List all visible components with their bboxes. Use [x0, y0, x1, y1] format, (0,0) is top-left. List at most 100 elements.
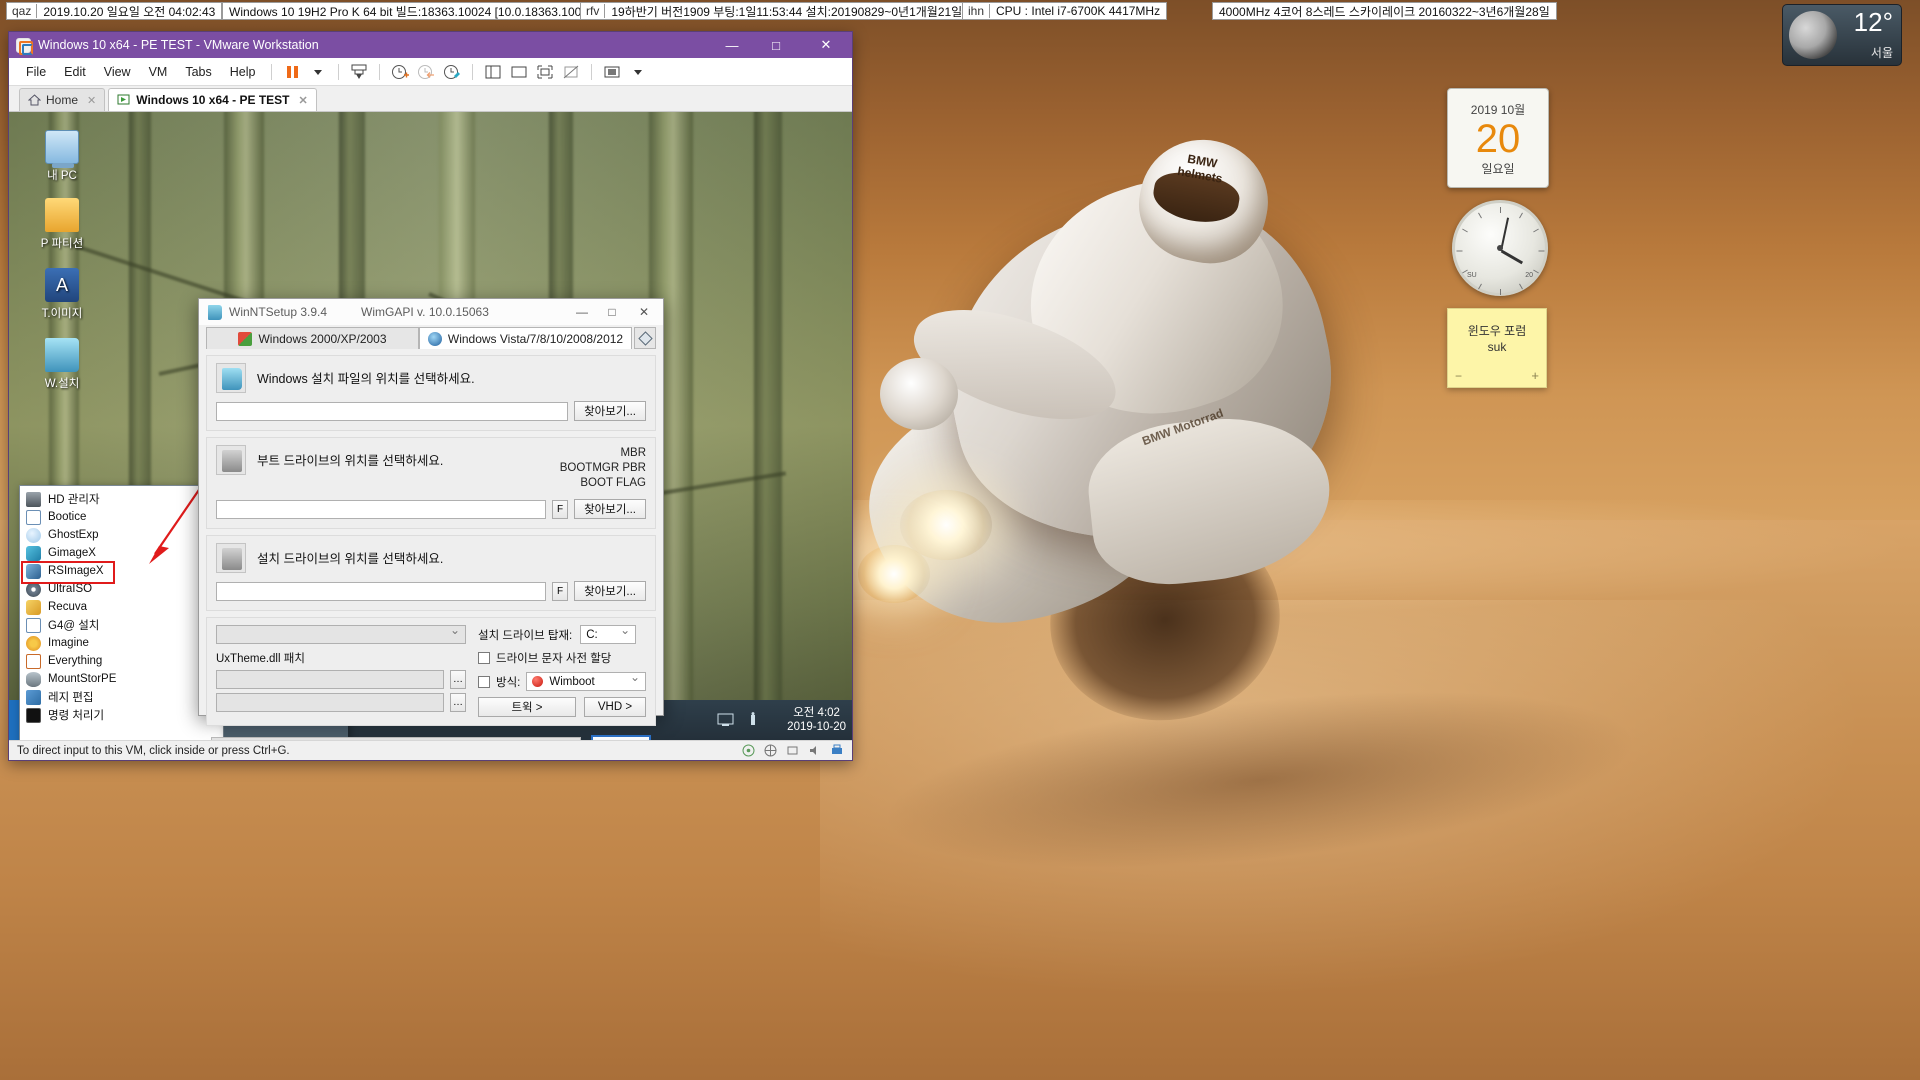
calendar-gadget[interactable]: 2019 10월 20 일요일: [1447, 88, 1549, 188]
install-drive-section: 설치 드라이브의 위치를 선택하세요. F 찾아보기...: [206, 535, 656, 611]
unattend-input[interactable]: [216, 670, 444, 689]
info-chip-value: Windows 10 19H2 Pro K 64 bit 빌드:18363.10…: [229, 4, 599, 19]
desktop-icon-w-setup[interactable]: W.설치: [25, 338, 99, 391]
mode-row[interactable]: 방식: Wimboot: [478, 670, 646, 691]
start-menu-item-g4-setup[interactable]: G4@ 설치: [20, 616, 223, 634]
minimize-button[interactable]: —: [710, 32, 754, 58]
start-menu-item-label: Imagine: [48, 637, 89, 649]
mode-select[interactable]: Wimboot: [526, 670, 646, 691]
windows-source-label: Windows 설치 파일의 위치를 선택하세요.: [257, 372, 475, 386]
unity-icon[interactable]: [558, 61, 584, 83]
clock-gadget[interactable]: SU 20: [1452, 200, 1548, 296]
start-menu-item-gimagex[interactable]: GimageX: [20, 544, 223, 562]
tab-windows-vista-7-8-10[interactable]: Windows Vista/7/8/10/2008/2012: [419, 327, 632, 349]
tab-windows-2000-xp-2003[interactable]: Windows 2000/XP/2003: [206, 327, 419, 349]
hdd-icon[interactable]: [742, 744, 755, 757]
preassign-checkbox[interactable]: [478, 652, 490, 664]
close-button[interactable]: ✕: [804, 32, 848, 58]
start-menu-item-bootice[interactable]: Bootice: [20, 508, 223, 526]
winntsetup-minimize-button[interactable]: —: [567, 299, 597, 325]
start-menu-item-everything[interactable]: Everything: [20, 652, 223, 670]
sticky-note-gadget[interactable]: 윈도우 포럼 suk − +: [1447, 308, 1547, 388]
start-menu-item-mountstorpe[interactable]: MountStorPE: [20, 670, 223, 688]
revert-snapshot-icon[interactable]: [413, 61, 439, 83]
winntsetup-close-button[interactable]: ✕: [629, 299, 659, 325]
desktop-icon-p-partition[interactable]: P 파티션: [25, 198, 99, 251]
unattend-browse-button[interactable]: …: [450, 670, 466, 689]
tab-windows-10-pe-test[interactable]: Windows 10 x64 - PE TEST ✕: [108, 88, 317, 111]
menu-vm[interactable]: VM: [140, 61, 177, 83]
recuva-icon: [26, 599, 41, 615]
sound-icon[interactable]: [808, 744, 821, 757]
usb-icon[interactable]: [746, 712, 760, 728]
guest-clock-date: 2019-10-20: [787, 721, 846, 733]
tab-home[interactable]: Home ✕: [19, 88, 106, 111]
weather-gadget[interactable]: 12° 서울: [1782, 4, 1902, 66]
language-globe-icon[interactable]: [634, 327, 656, 349]
install-drive-input[interactable]: [216, 581, 547, 601]
clock-hour-hand: [1500, 249, 1524, 265]
menu-view[interactable]: View: [95, 61, 140, 83]
windows-vista-icon: [427, 331, 442, 346]
start-menu-item-hd-manager[interactable]: HD 관리자: [20, 490, 223, 508]
boot-flag-bootflag: BOOT FLAG: [580, 477, 646, 489]
windows-source-input[interactable]: [216, 401, 569, 421]
vm-guest-screen[interactable]: 내 PC P 파티션 A T.이미지 W.설치 오전 4:02 2019-10-…: [9, 112, 852, 740]
show-thumbnails-icon[interactable]: [532, 61, 558, 83]
drive-letter-label: 설치 드라이브 탑재:: [478, 629, 573, 642]
guest-clock[interactable]: 오전 4:02 2019-10-20: [787, 700, 846, 740]
edition-select[interactable]: [216, 623, 466, 644]
snapshot-icon[interactable]: [346, 61, 372, 83]
preassign-drive-letter-row[interactable]: 드라이브 문자 사전 할당: [478, 650, 646, 666]
start-menu-item-ghostexp[interactable]: GhostExp: [20, 526, 223, 544]
start-menu-item-ultraiso[interactable]: UltraISO: [20, 580, 223, 598]
note-minus-button[interactable]: −: [1455, 369, 1462, 383]
tweak-button[interactable]: 트윅 >: [478, 697, 576, 717]
windows-source-browse-button[interactable]: 찾아보기...: [574, 401, 646, 421]
boot-drive-format-button[interactable]: F: [552, 499, 569, 519]
info-chip-value: CPU : Intel i7-6700K 4417MHz: [996, 4, 1161, 18]
vhd-button[interactable]: VHD >: [584, 697, 646, 717]
boot-drive-input[interactable]: [216, 499, 547, 519]
menu-help[interactable]: Help: [221, 61, 265, 83]
sticky-note-text: 윈도우 포럼 suk: [1467, 324, 1527, 354]
show-library-icon[interactable]: [480, 61, 506, 83]
start-menu-item-imagine[interactable]: Imagine: [20, 634, 223, 652]
note-plus-button[interactable]: +: [1531, 368, 1539, 383]
drivers-browse-button[interactable]: …: [450, 693, 466, 712]
display-icon[interactable]: [717, 713, 734, 727]
start-menu-item-rsimagex[interactable]: RSImageX: [20, 561, 223, 584]
boot-drive-browse-button[interactable]: 찾아보기...: [574, 499, 646, 519]
menu-file[interactable]: File: [17, 61, 55, 83]
snapshot-manager-icon[interactable]: [439, 61, 465, 83]
drivers-input[interactable]: [216, 693, 444, 712]
hdd-manager-icon: [26, 491, 41, 507]
start-menu-item-label: Recuva: [48, 601, 87, 613]
uxtheme-patch-label: UxTheme.dll 패치: [216, 653, 305, 665]
preferences-dropdown-icon[interactable]: [625, 61, 651, 83]
winntsetup-maximize-button[interactable]: □: [597, 299, 627, 325]
tab-close-icon[interactable]: ✕: [299, 94, 308, 107]
info-chip-key: ihn: [963, 4, 991, 18]
install-drive-format-button[interactable]: F: [552, 581, 569, 601]
drive-letter-select[interactable]: C:: [580, 623, 637, 644]
start-menu-item-regedit[interactable]: 레지 편집: [20, 688, 223, 706]
take-snapshot-icon[interactable]: [387, 61, 413, 83]
fullscreen-icon[interactable]: [599, 61, 625, 83]
install-drive-browse-button[interactable]: 찾아보기...: [574, 581, 646, 601]
tab-close-icon[interactable]: ✕: [87, 94, 96, 107]
desktop-icon-my-pc[interactable]: 내 PC: [25, 130, 99, 183]
usb-icon[interactable]: [786, 744, 799, 757]
start-menu-item-cmd[interactable]: 명령 처리기: [20, 706, 223, 724]
show-console-icon[interactable]: [506, 61, 532, 83]
printer-icon[interactable]: [830, 744, 844, 757]
mode-checkbox[interactable]: [478, 675, 490, 688]
start-menu-item-recuva[interactable]: Recuva: [20, 598, 223, 616]
menu-tabs[interactable]: Tabs: [176, 61, 220, 83]
maximize-button[interactable]: □: [754, 32, 798, 58]
desktop-icon-t-image[interactable]: A T.이미지: [25, 268, 99, 321]
network-icon[interactable]: [764, 744, 777, 757]
menu-edit[interactable]: Edit: [55, 61, 95, 83]
dropdown-arrow-icon[interactable]: [305, 61, 331, 83]
pause-icon[interactable]: [279, 61, 305, 83]
